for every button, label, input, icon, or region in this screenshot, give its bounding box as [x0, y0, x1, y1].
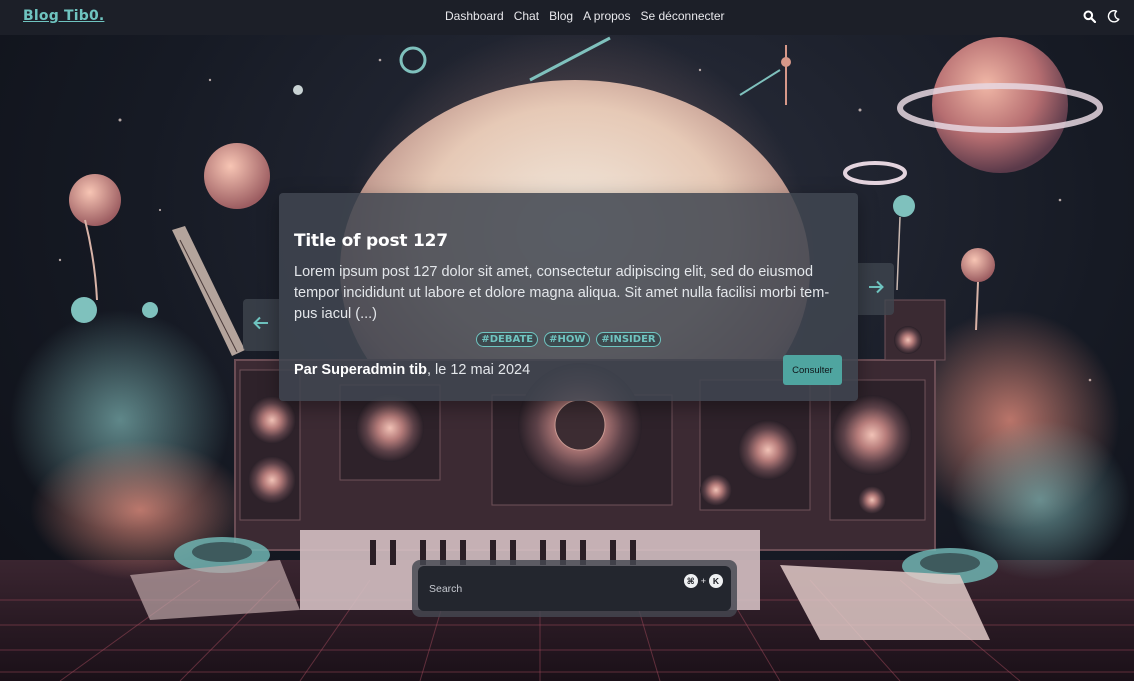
search-bar: Search ⌘ + K — [412, 560, 737, 617]
tag-debate[interactable]: #DEBATE — [476, 332, 539, 347]
top-navbar: Blog Tib0. Dashboard Chat Blog A propos … — [0, 0, 1134, 35]
post-byline: Par Superadmin tib, le 12 mai 2024 — [294, 362, 530, 378]
post-card: Title of post 127 Lorem ipsum post 127 d… — [279, 193, 858, 401]
k-key-badge: K — [709, 574, 723, 588]
shortcut-plus: + — [700, 576, 706, 586]
search-icon[interactable] — [1083, 10, 1096, 23]
nav-item-chat[interactable]: Chat — [514, 9, 539, 23]
nav-item-logout[interactable]: Se déconnecter — [640, 9, 724, 23]
post-excerpt: Lorem ipsum post 127 dolor sit amet, con… — [294, 264, 830, 322]
carousel-prev-button[interactable] — [243, 299, 279, 351]
carousel-next-button[interactable] — [858, 263, 894, 315]
tag-how[interactable]: #HOW — [544, 332, 591, 347]
nav-icon-group — [1083, 10, 1120, 23]
nav-item-a-propos[interactable]: A propos — [583, 9, 630, 23]
post-author: Superadmin tib — [321, 362, 427, 378]
consult-button[interactable]: Consulter — [783, 355, 842, 385]
brand-logo-link[interactable]: Blog Tib0. — [23, 8, 104, 24]
nav-item-dashboard[interactable]: Dashboard — [445, 9, 504, 23]
byline-prefix: Par — [294, 362, 322, 378]
tag-insider[interactable]: #INSIDER — [596, 332, 661, 347]
search-shortcut-hint: ⌘ + K — [683, 574, 723, 588]
command-key-badge: ⌘ — [683, 574, 698, 588]
arrow-right-icon — [868, 280, 884, 299]
main-nav: Dashboard Chat Blog A propos Se déconnec… — [445, 9, 725, 23]
nav-item-blog[interactable]: Blog — [549, 9, 573, 23]
page: Blog Tib0. Dashboard Chat Blog A propos … — [0, 0, 1134, 681]
post-tags: #DEBATE #HOW #INSIDER — [279, 332, 858, 347]
post-title[interactable]: Title of post 127 — [294, 231, 448, 251]
post-date: , le 12 mai 2024 — [426, 362, 531, 378]
search-input[interactable]: Search — [418, 566, 731, 611]
search-placeholder: Search — [429, 582, 463, 595]
moon-icon[interactable] — [1107, 10, 1120, 23]
arrow-left-icon — [253, 316, 269, 335]
